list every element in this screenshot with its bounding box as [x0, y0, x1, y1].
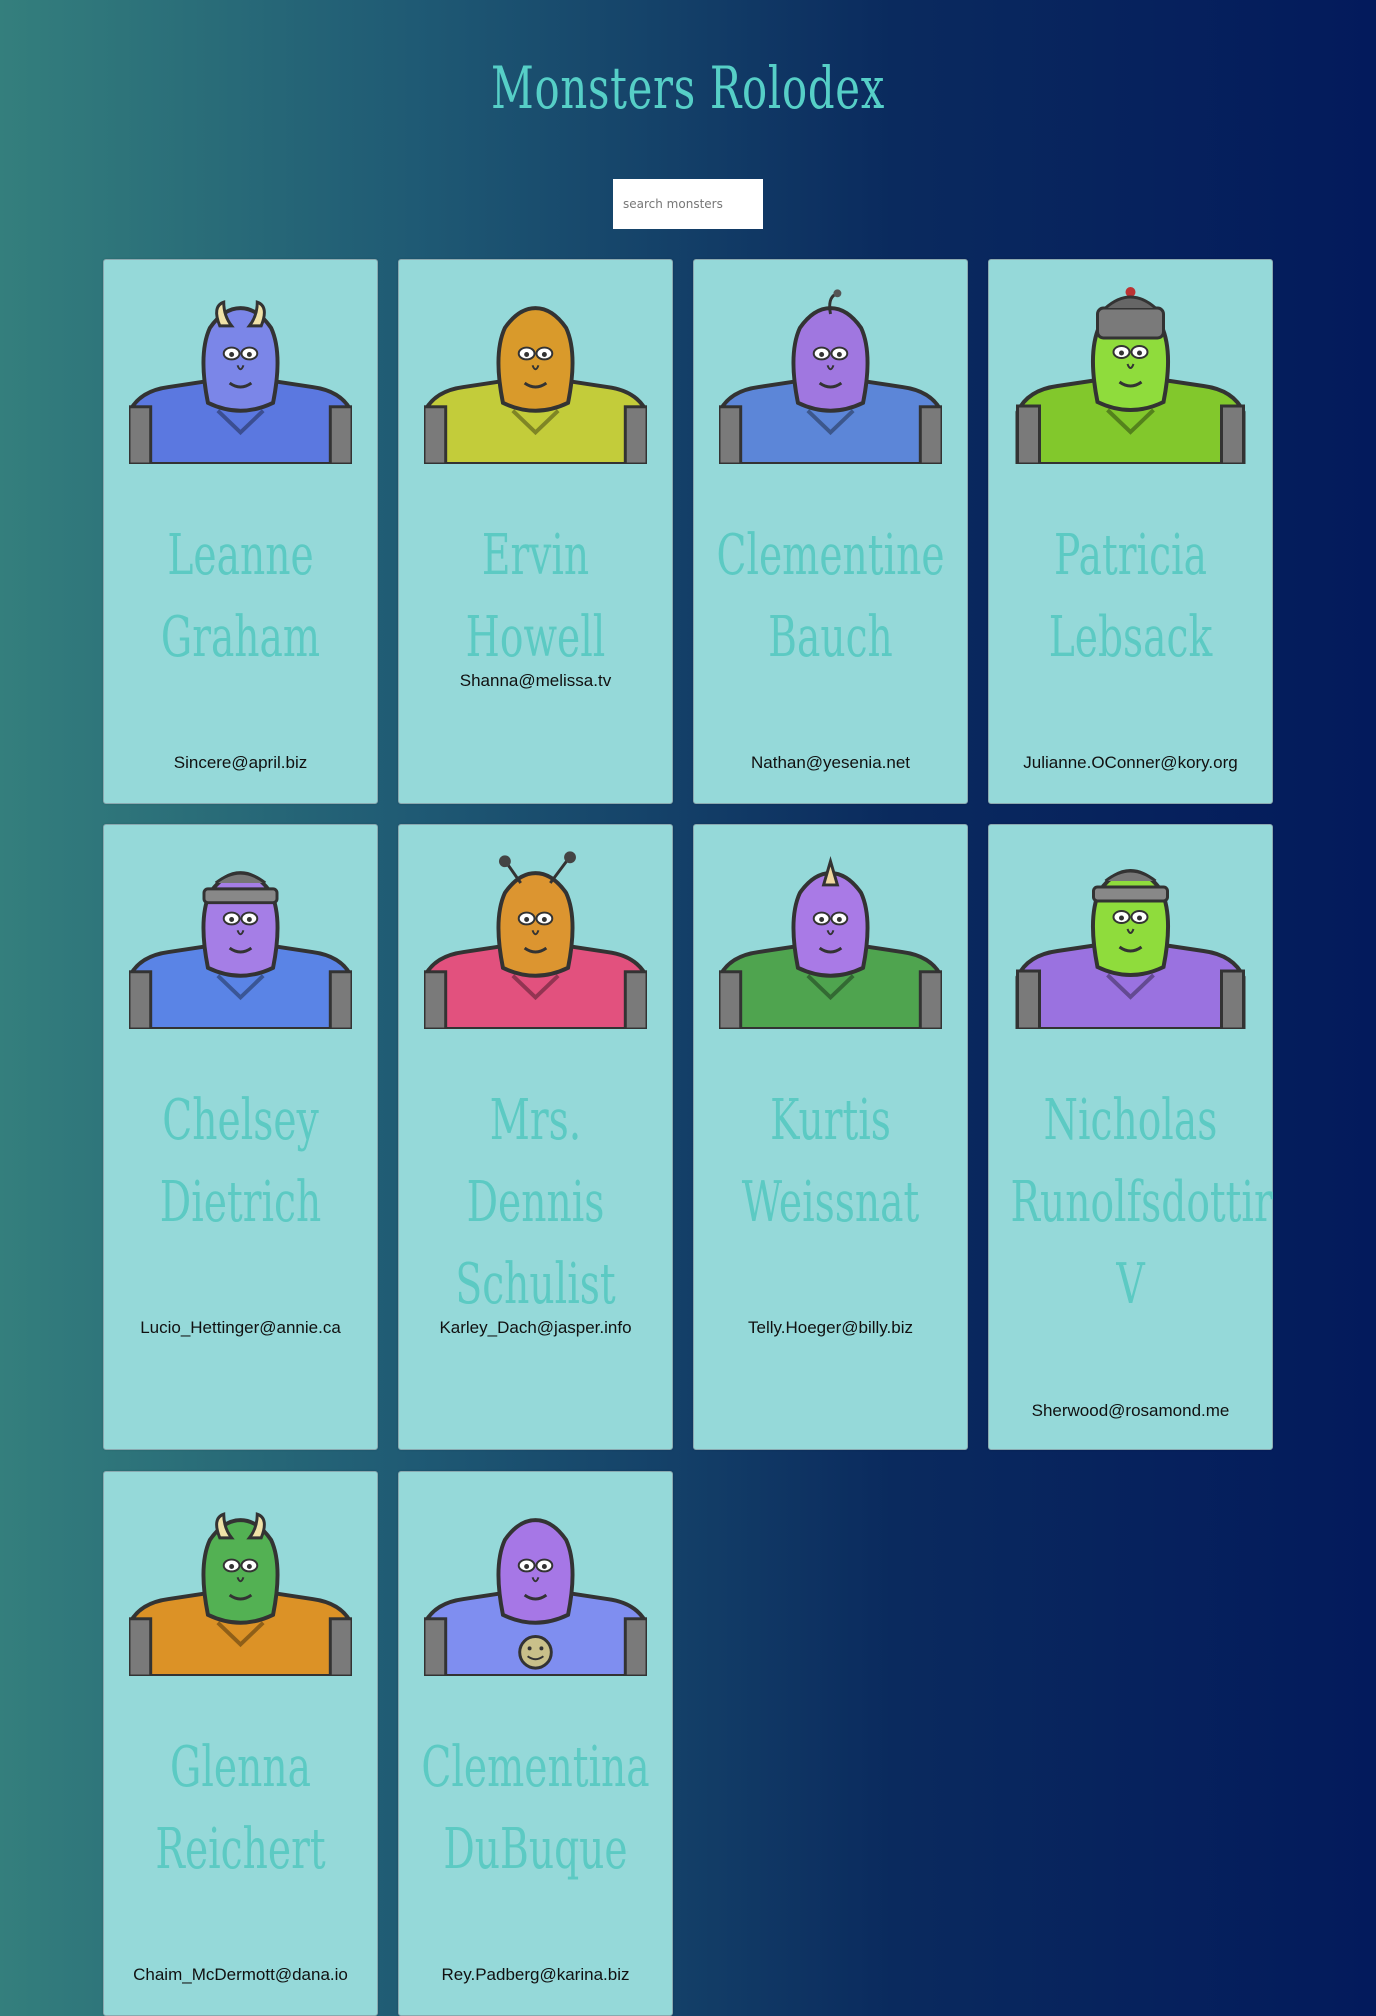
monster-avatar [1014, 282, 1247, 464]
monster-email: Sherwood@rosamond.me [1031, 1401, 1230, 1420]
monster-email: Nathan@yesenia.net [750, 753, 911, 772]
monster-email: Julianne.OConner@kory.org [1023, 753, 1238, 772]
monster-card[interactable]: Patricia Lebsack Julianne.OConner@kory.or… [988, 259, 1273, 804]
monster-email: Rey.Padberg@karina.biz [441, 1965, 630, 1984]
monster-card[interactable]: Leanne Graham Sincere@april.biz [103, 259, 378, 804]
monster-name: Nicholas Runolfsdottir V [1010, 1088, 1273, 1317]
monster-avatar [129, 847, 352, 1029]
monster-card[interactable]: Glenna Reichert Chaim_McDermott@dana.io [103, 1471, 378, 2016]
monster-name: Patricia Lebsack [1048, 523, 1213, 670]
monster-name: Leanne Graham [160, 523, 321, 670]
monster-name: Chelsey Dietrich [159, 1088, 322, 1235]
monster-avatar [1014, 847, 1247, 1029]
monster-card[interactable]: Clementine Bauch Nathan@yesenia.net [693, 259, 968, 804]
monster-card[interactable]: Ervin Howell Shanna@melissa.tv [398, 259, 673, 804]
monster-name: Kurtis Weissnat [741, 1088, 920, 1235]
monster-avatar [424, 847, 647, 1029]
monster-avatar [129, 1494, 352, 1676]
monster-card[interactable]: Mrs. Dennis Schulist Karley_Dach@jasper.i… [398, 824, 673, 1450]
monster-avatar [719, 847, 942, 1029]
monster-card[interactable]: Nicholas Runolfsdottir V Sherwood@rosamon… [988, 824, 1273, 1450]
monster-card[interactable]: Clementina DuBuque Rey.Padberg@karina.biz [398, 1471, 673, 2016]
app-title: Monsters Rolodex [491, 54, 885, 122]
monster-email: Chaim_McDermott@dana.io [133, 1965, 348, 1984]
search-input[interactable] [613, 179, 763, 229]
monster-name: Clementina DuBuque [421, 1735, 650, 1882]
monster-name: Clementine Bauch [716, 523, 945, 670]
monster-card[interactable]: Kurtis Weissnat Telly.Hoeger@billy.biz [693, 824, 968, 1450]
monster-email: Telly.Hoeger@billy.biz [748, 1318, 913, 1337]
monster-avatar [719, 282, 942, 464]
monster-avatar [424, 282, 647, 464]
monster-email: Lucio_Hettinger@annie.ca [140, 1318, 341, 1337]
monster-name: Ervin Howell [465, 523, 606, 670]
monster-email: Karley_Dach@jasper.info [439, 1318, 632, 1337]
monster-email: Sincere@april.biz [173, 753, 308, 772]
monster-card[interactable]: Chelsey Dietrich Lucio_Hettinger@annie.ca [103, 824, 378, 1450]
monster-email: Shanna@melissa.tv [459, 671, 612, 690]
monster-avatar [424, 1494, 647, 1676]
monster-name: Glenna Reichert [155, 1735, 326, 1882]
monster-avatar [129, 282, 352, 464]
monster-name: Mrs. Dennis Schulist [455, 1088, 616, 1317]
